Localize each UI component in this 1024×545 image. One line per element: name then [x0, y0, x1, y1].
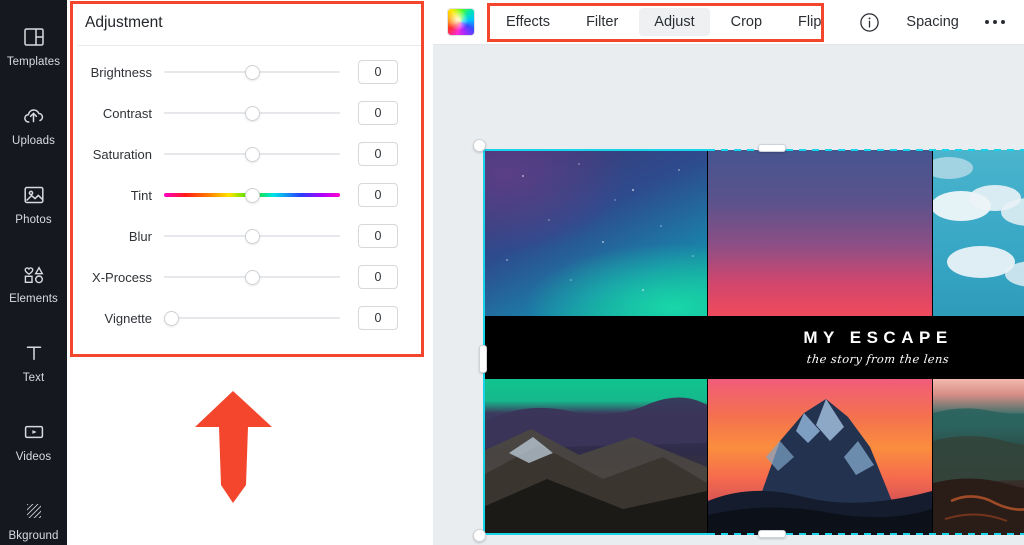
sidebar-item-label: Text	[22, 372, 45, 384]
photos-image-icon	[22, 181, 46, 209]
collage-image-valley[interactable]	[933, 379, 1024, 535]
sidebar-item-photos[interactable]: Photos	[0, 164, 67, 243]
tint-slider[interactable]	[164, 181, 340, 209]
toolbar-tabs: Effects Filter Adjust Crop Flip	[491, 8, 836, 36]
collage-image-dark-mountain[interactable]	[483, 379, 707, 535]
slider-row-vignette: Vignette 0	[67, 304, 433, 332]
slider-knob[interactable]	[244, 106, 260, 121]
slider-row-contrast: Contrast 0	[67, 99, 433, 127]
collage-image-clouds[interactable]	[933, 150, 1024, 316]
slider-label: X-Process	[92, 269, 152, 285]
sidebar-item-uploads[interactable]: Uploads	[0, 85, 67, 164]
slider-track	[164, 317, 340, 319]
elements-shapes-icon	[21, 260, 47, 288]
brightness-slider[interactable]	[164, 58, 340, 86]
slider-label: Contrast	[102, 105, 152, 121]
sidebar-item-templates[interactable]: Templates	[0, 6, 67, 85]
tab-crop[interactable]: Crop	[716, 8, 777, 36]
x-process-value-input[interactable]: 0	[358, 265, 398, 289]
x-process-slider[interactable]	[164, 263, 340, 291]
contrast-value-input[interactable]: 0	[358, 101, 398, 125]
tab-effects[interactable]: Effects	[491, 8, 565, 36]
collage-artboard[interactable]: MY ESCAPE the story from the lens	[483, 150, 1024, 535]
sidebar-item-bkground[interactable]: Bkground	[0, 480, 67, 545]
videos-play-icon	[22, 418, 46, 446]
sidebar-item-label: Elements	[9, 293, 58, 305]
templates-icon	[22, 23, 46, 51]
collage-subtitle: the story from the lens	[806, 352, 950, 366]
sidebar-item-label: Uploads	[12, 135, 55, 147]
app-root: Templates Uploads Photos Elements Text V…	[0, 0, 1024, 545]
text-t-icon	[22, 339, 46, 367]
vignette-value-input[interactable]: 0	[358, 306, 398, 330]
slider-label: Vignette	[104, 310, 152, 326]
slider-label: Tint	[130, 187, 152, 203]
tab-adjust[interactable]: Adjust	[639, 8, 710, 36]
slider-row-tint: Tint 0	[67, 181, 433, 209]
slider-knob[interactable]	[244, 188, 260, 203]
tint-value-input[interactable]: 0	[358, 183, 398, 207]
sidebar-item-label: Photos	[15, 214, 52, 226]
tab-flip[interactable]: Flip	[783, 8, 836, 36]
slider-knob[interactable]	[244, 270, 260, 285]
slider-knob[interactable]	[244, 229, 260, 244]
sidebar-item-text[interactable]: Text	[0, 322, 67, 401]
vignette-slider[interactable]	[164, 304, 340, 332]
sidebar-item-label: Templates	[6, 56, 61, 68]
slider-label: Brightness	[90, 64, 152, 80]
saturation-value-input[interactable]: 0	[358, 142, 398, 166]
tab-filter[interactable]: Filter	[571, 8, 633, 36]
panel-divider	[77, 45, 423, 46]
resize-handle-middle-left[interactable]	[479, 345, 487, 373]
more-options-icon[interactable]	[984, 19, 1006, 25]
sidebar-item-videos[interactable]: Videos	[0, 401, 67, 480]
spacing-button[interactable]: Spacing	[906, 14, 958, 30]
slider-label: Blur	[128, 228, 152, 244]
brightness-value-input[interactable]: 0	[358, 60, 398, 84]
left-sidebar: Templates Uploads Photos Elements Text V…	[0, 0, 67, 545]
background-hatch-icon	[22, 497, 46, 525]
blur-value-input[interactable]: 0	[358, 224, 398, 248]
collage-title: MY ESCAPE	[803, 328, 953, 347]
panel-title: Adjustment	[85, 14, 163, 31]
collage-title-block: MY ESCAPE the story from the lens	[708, 328, 1024, 366]
collage-image-sunset-mountain[interactable]	[708, 379, 932, 535]
sidebar-item-elements[interactable]: Elements	[0, 243, 67, 322]
resize-handle-top-left[interactable]	[473, 139, 486, 152]
slider-row-saturation: Saturation 0	[67, 140, 433, 168]
slider-row-brightness: Brightness 0	[67, 58, 433, 86]
uploads-cloud-icon	[21, 102, 46, 130]
saturation-slider[interactable]	[164, 140, 340, 168]
slider-knob[interactable]	[164, 311, 179, 326]
resize-handle-bottom-center[interactable]	[758, 530, 786, 538]
collage-image-sunset-sky[interactable]	[708, 150, 932, 316]
blur-slider[interactable]	[164, 222, 340, 250]
adjustment-panel: Adjustment Brightness 0 Contrast 0 Satur…	[67, 0, 433, 545]
slider-label: Saturation	[92, 146, 152, 162]
image-thumbnail[interactable]	[447, 8, 475, 36]
info-icon[interactable]	[858, 11, 880, 33]
canvas-area[interactable]: MY ESCAPE the story from the lens	[433, 45, 1024, 545]
slider-row-x-process: X-Process 0	[67, 263, 433, 291]
resize-handle-bottom-left[interactable]	[473, 529, 486, 542]
slider-knob[interactable]	[244, 147, 260, 162]
sidebar-item-label: Videos	[15, 451, 52, 463]
sidebar-item-label: Bkground	[8, 530, 59, 542]
contrast-slider[interactable]	[164, 99, 340, 127]
resize-handle-top-center[interactable]	[758, 144, 786, 152]
collage-image-aurora-purple[interactable]	[483, 150, 707, 316]
top-toolbar: Effects Filter Adjust Crop Flip Spacing	[433, 0, 1024, 44]
slider-row-blur: Blur 0	[67, 222, 433, 250]
slider-knob[interactable]	[244, 65, 260, 80]
